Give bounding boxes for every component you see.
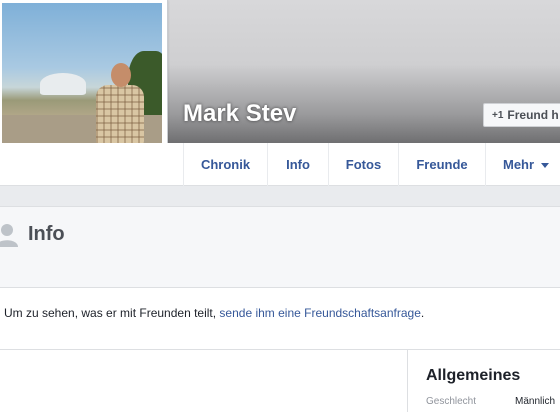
send-friend-request-link[interactable]: sende ihm eine Freundschaftsanfrage [219,306,420,320]
notice-prefix: Um zu sehen, was er mit Freunden teilt, [4,306,220,320]
notice-suffix: . [420,306,425,320]
profile-name[interactable]: Mark Stev [183,100,296,128]
gender-value: Männlich [515,396,556,407]
chevron-down-icon [541,163,550,168]
tab-mehr-label: Mehr [503,157,535,172]
friend-request-notice: Um zu sehen, was er mit Freunden teilt, … [0,288,560,350]
photo-person-body [96,85,144,145]
tab-freunde[interactable]: Freunde [398,143,485,186]
general-info-panel: Allgemeines Geschlecht Männlich [407,350,560,412]
add-friend-icon: +1 [492,109,504,121]
notice-text: Um zu sehen, was er mit Freunden teilt, … [4,306,424,320]
photo-person-head [111,63,131,87]
photo-dome [40,73,86,95]
gender-label: Geschlecht [426,396,477,407]
profile-nav: Chronik Info Fotos Freunde Mehr [0,143,560,186]
tab-chronik[interactable]: Chronik [183,143,267,186]
general-title: Allgemeines [426,367,521,384]
person-icon [0,224,18,247]
section-title: Info [28,223,65,245]
tab-info[interactable]: Info [267,143,328,186]
profile-photo [2,3,162,165]
add-friend-label: Freund h [507,108,559,122]
tab-fotos[interactable]: Fotos [328,143,398,186]
add-friend-button[interactable]: +1 Freund h [483,103,560,127]
tab-mehr[interactable]: Mehr [485,143,560,186]
info-section-header: Info [0,206,560,288]
